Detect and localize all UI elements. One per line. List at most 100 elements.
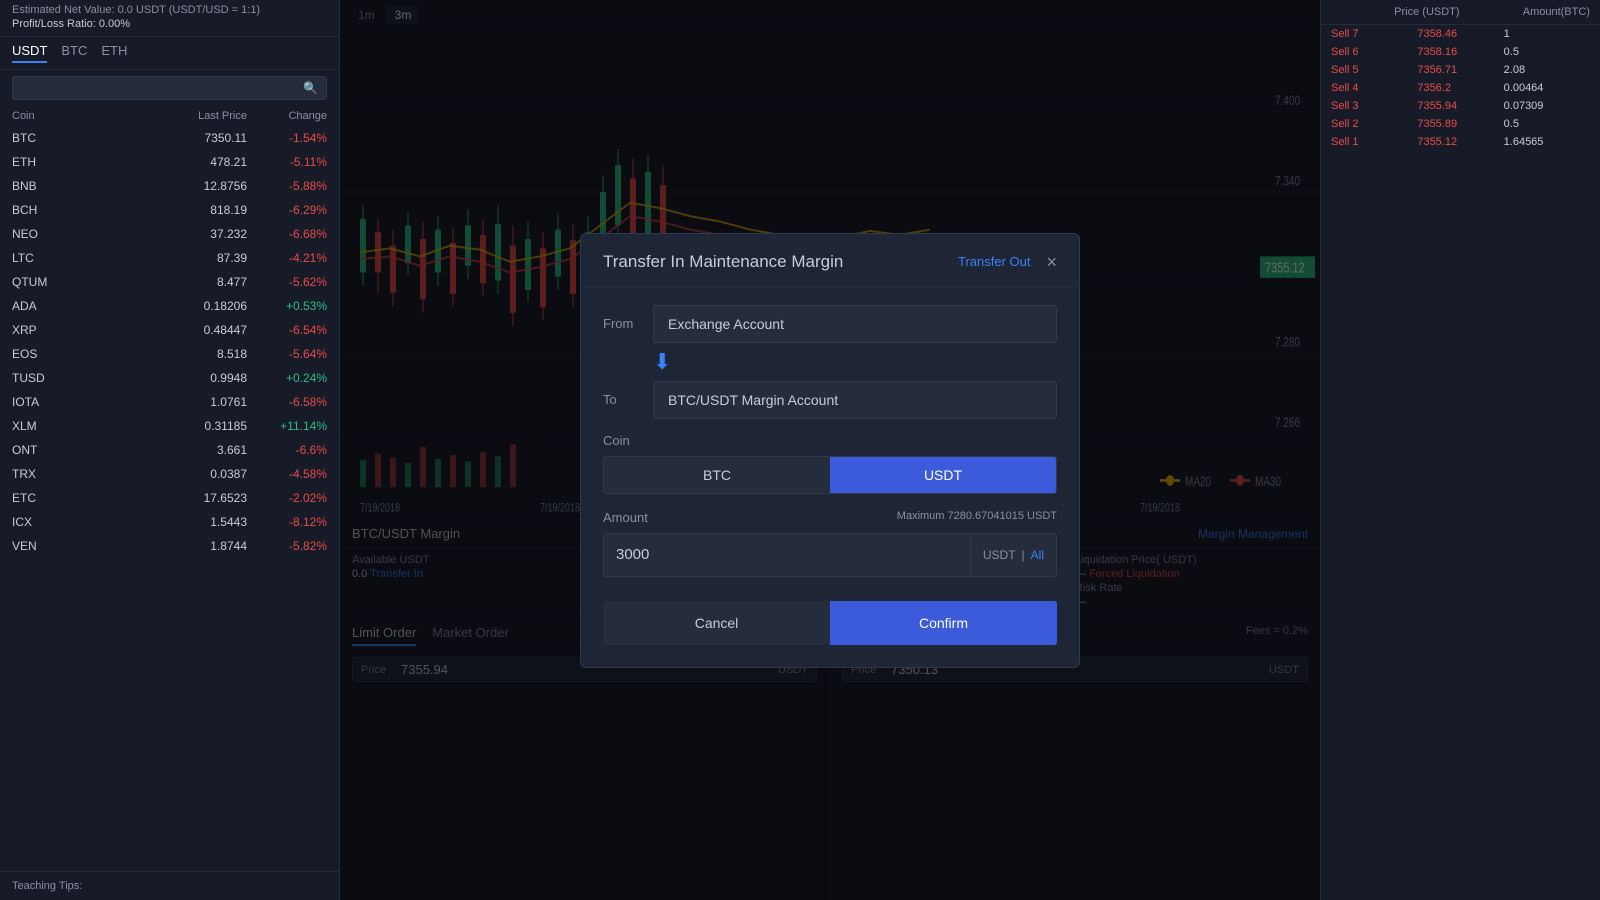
- sell-price: 7355.89: [1417, 118, 1503, 130]
- list-item[interactable]: QTUM 8.477 -5.62%: [0, 270, 339, 294]
- amount-label: Amount: [603, 510, 648, 525]
- coin-change: +11.14%: [247, 419, 327, 433]
- teaching-tips-label: Teaching Tips:: [12, 880, 82, 892]
- to-label: To: [603, 392, 653, 407]
- coin-tabs-row: USDT BTC ETH: [0, 37, 339, 70]
- coin-price: 1.0761: [92, 395, 247, 409]
- ob-col-amount: Amount(BTC): [1523, 6, 1590, 18]
- coin-change: -4.58%: [247, 467, 327, 481]
- coin-price: 3.661: [92, 443, 247, 457]
- modal-close-button[interactable]: ×: [1046, 253, 1057, 271]
- list-item[interactable]: LTC 87.39 -4.21%: [0, 246, 339, 270]
- coin-change: -4.21%: [247, 251, 327, 265]
- coin-btn-usdt[interactable]: USDT: [830, 457, 1056, 493]
- from-field-group: From Exchange Account: [603, 305, 1057, 343]
- to-field-group: To BTC/USDT Margin Account: [603, 381, 1057, 419]
- coin-price: 0.48447: [92, 323, 247, 337]
- table-row: Sell 3 7355.94 0.07309: [1321, 97, 1600, 115]
- coin-list: BTC 7350.11 -1.54% ETH 478.21 -5.11% BNB…: [0, 126, 339, 871]
- coin-change: -6.68%: [247, 227, 327, 241]
- coin-name: IOTA: [12, 395, 92, 409]
- sell-label: Sell 5: [1331, 64, 1417, 76]
- coin-change: -5.62%: [247, 275, 327, 289]
- col-change: Change: [247, 110, 327, 122]
- amount-suffix: USDT | All: [970, 534, 1056, 576]
- tab-btc[interactable]: BTC: [61, 43, 87, 63]
- coin-name: BCH: [12, 203, 92, 217]
- sell-amount: 1: [1504, 28, 1590, 40]
- coin-change: -5.11%: [247, 155, 327, 169]
- sell-label: Sell 7: [1331, 28, 1417, 40]
- list-item[interactable]: NEO 37.232 -6.68%: [0, 222, 339, 246]
- sell-price: 7358.46: [1417, 28, 1503, 40]
- amount-input-row: USDT | All: [603, 533, 1057, 577]
- coin-price: 0.0387: [92, 467, 247, 481]
- sell-price: 7356.2: [1417, 82, 1503, 94]
- list-item[interactable]: IOTA 1.0761 -6.58%: [0, 390, 339, 414]
- sell-price: 7355.94: [1417, 100, 1503, 112]
- coin-change: -1.54%: [247, 131, 327, 145]
- sell-amount: 0.00464: [1504, 82, 1590, 94]
- list-item[interactable]: BNB 12.8756 -5.88%: [0, 174, 339, 198]
- cancel-button[interactable]: Cancel: [603, 601, 830, 645]
- coin-name: ETH: [12, 155, 92, 169]
- coin-list-header: Coin Last Price Change: [0, 106, 339, 126]
- list-item[interactable]: BTC 7350.11 -1.54%: [0, 126, 339, 150]
- coin-price: 1.5443: [92, 515, 247, 529]
- col-coin: Coin: [12, 110, 92, 122]
- list-item[interactable]: ICX 1.5443 -8.12%: [0, 510, 339, 534]
- coin-name: NEO: [12, 227, 92, 241]
- coin-price: 0.18206: [92, 299, 247, 313]
- list-item[interactable]: ETC 17.6523 -2.02%: [0, 486, 339, 510]
- coin-change: -5.82%: [247, 539, 327, 553]
- transfer-modal: Transfer In Maintenance Margin Transfer …: [580, 233, 1080, 668]
- list-item[interactable]: ETH 478.21 -5.11%: [0, 150, 339, 174]
- modal-overlay[interactable]: Transfer In Maintenance Margin Transfer …: [340, 0, 1320, 900]
- sell-amount: 0.5: [1504, 118, 1590, 130]
- coin-name: ONT: [12, 443, 92, 457]
- swap-down-icon[interactable]: ⬇: [653, 351, 671, 373]
- coin-price: 7350.11: [92, 131, 247, 145]
- amount-input[interactable]: [604, 536, 970, 573]
- list-item[interactable]: VEN 1.8744 -5.82%: [0, 534, 339, 558]
- modal-header-right: Transfer Out ×: [958, 253, 1057, 271]
- swap-icon-row: ⬇: [603, 351, 1057, 373]
- list-item[interactable]: TRX 0.0387 -4.58%: [0, 462, 339, 486]
- amount-all-link[interactable]: All: [1031, 548, 1044, 562]
- tab-eth[interactable]: ETH: [101, 43, 127, 63]
- sell-label: Sell 2: [1331, 118, 1417, 130]
- modal-header: Transfer In Maintenance Margin Transfer …: [581, 234, 1079, 287]
- coin-change: -6.54%: [247, 323, 327, 337]
- confirm-button[interactable]: Confirm: [830, 601, 1057, 645]
- coin-btn-btc[interactable]: BTC: [604, 457, 830, 493]
- coin-change: -2.02%: [247, 491, 327, 505]
- list-item[interactable]: BCH 818.19 -6.29%: [0, 198, 339, 222]
- coin-selector: Coin BTC USDT: [603, 433, 1057, 494]
- coin-price: 17.6523: [92, 491, 247, 505]
- transfer-out-link[interactable]: Transfer Out: [958, 254, 1030, 269]
- list-item[interactable]: TUSD 0.9948 +0.24%: [0, 366, 339, 390]
- tab-usdt[interactable]: USDT: [12, 43, 47, 63]
- sell-label: Sell 1: [1331, 136, 1417, 148]
- sell-amount: 0.07309: [1504, 100, 1590, 112]
- coin-price: 37.232: [92, 227, 247, 241]
- to-value: BTC/USDT Margin Account: [653, 381, 1057, 419]
- list-item[interactable]: XLM 0.31185 +11.14%: [0, 414, 339, 438]
- teaching-tips: Teaching Tips:: [0, 871, 339, 900]
- list-item[interactable]: EOS 8.518 -5.64%: [0, 342, 339, 366]
- from-value: Exchange Account: [653, 305, 1057, 343]
- coin-change: -5.88%: [247, 179, 327, 193]
- coin-name: ICX: [12, 515, 92, 529]
- list-item[interactable]: ADA 0.18206 +0.53%: [0, 294, 339, 318]
- coin-price: 0.31185: [92, 419, 247, 433]
- coin-price: 8.518: [92, 347, 247, 361]
- sell-amount: 0.5: [1504, 46, 1590, 58]
- list-item[interactable]: ONT 3.661 -6.6%: [0, 438, 339, 462]
- list-item[interactable]: XRP 0.48447 -6.54%: [0, 318, 339, 342]
- search-input[interactable]: [21, 81, 303, 95]
- coin-price: 8.477: [92, 275, 247, 289]
- table-row: Sell 1 7355.12 1.64565: [1321, 133, 1600, 151]
- amount-max-info: Maximum 7280.67041015 USDT: [897, 510, 1057, 525]
- main-area: 1m 3m 7.400 7.340 7.300 7.280: [340, 0, 1320, 900]
- coin-label: Coin: [603, 433, 1057, 448]
